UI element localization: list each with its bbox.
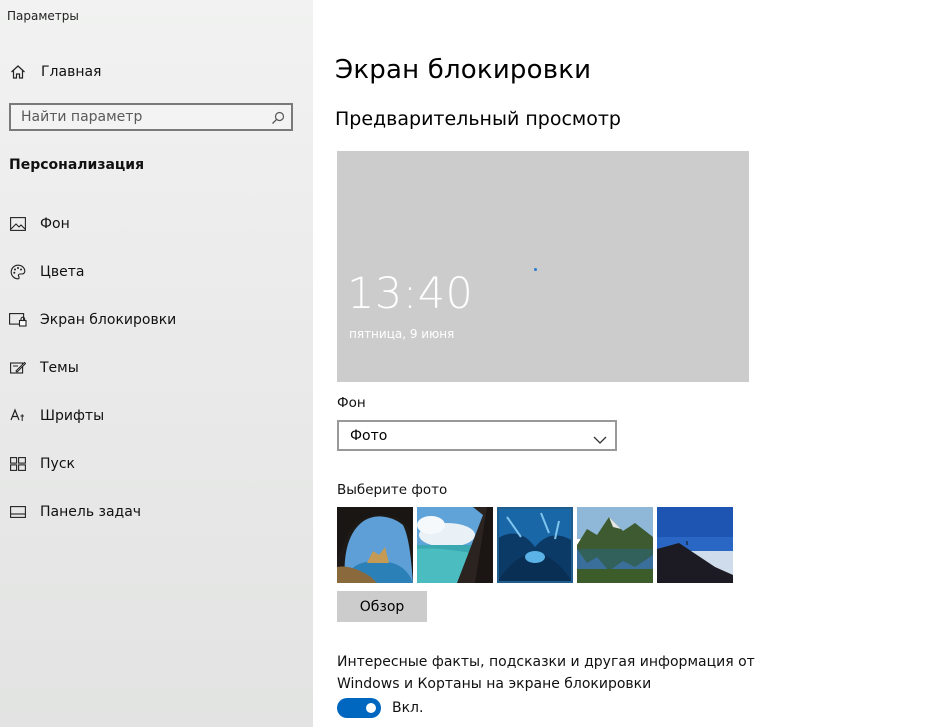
- sidebar-item-label: Шрифты: [40, 408, 105, 424]
- taskbar-icon: [9, 503, 27, 521]
- main-content: Экран блокировки Предварительный просмот…: [313, 0, 943, 727]
- browse-button[interactable]: Обзор: [337, 591, 427, 622]
- sidebar-item-fonts[interactable]: Шрифты: [0, 396, 313, 436]
- sidebar-item-label: Фон: [40, 216, 70, 232]
- sidebar-item-label: Панель задач: [40, 504, 142, 520]
- choose-photo-label: Выберите фото: [337, 482, 448, 498]
- preview-date: пятница, 9 июня: [349, 327, 455, 341]
- lock-screen-icon: [9, 311, 27, 329]
- sidebar-item-start[interactable]: Пуск: [0, 444, 313, 484]
- picture-icon: [9, 215, 27, 233]
- background-label: Фон: [337, 395, 366, 411]
- toggle-state-label: Вкл.: [392, 700, 424, 716]
- start-icon: [9, 455, 27, 473]
- photo-thumbnail-ice-cave[interactable]: [497, 507, 573, 583]
- palette-icon: [9, 263, 27, 281]
- window-title: Параметры: [7, 9, 79, 23]
- sidebar-item-home[interactable]: Главная: [0, 52, 313, 92]
- sidebar-item-colors[interactable]: Цвета: [0, 252, 313, 292]
- page-title: Экран блокировки: [335, 55, 592, 85]
- search-box[interactable]: [9, 103, 293, 131]
- search-input[interactable]: [11, 105, 271, 129]
- photo-thumbnail-lagoon[interactable]: [417, 507, 493, 583]
- preview-time: 13:40: [347, 269, 474, 319]
- background-dropdown[interactable]: Фото: [337, 420, 617, 451]
- sidebar-item-label: Пуск: [40, 456, 75, 472]
- sidebar-item-label: Экран блокировки: [40, 312, 177, 328]
- photo-thumbnail-cave-beach[interactable]: [337, 507, 413, 583]
- photo-thumbnail-above-clouds[interactable]: [657, 507, 733, 583]
- facts-description: Интересные факты, подсказки и другая инф…: [337, 654, 755, 692]
- chevron-down-icon: [593, 430, 607, 444]
- search-icon[interactable]: [271, 110, 285, 124]
- home-icon: [9, 63, 27, 81]
- sidebar-item-lock-screen[interactable]: Экран блокировки: [0, 300, 313, 340]
- fonts-icon: [9, 407, 27, 425]
- toggle-knob: [366, 703, 376, 713]
- loading-dot: [534, 268, 537, 271]
- background-dropdown-value: Фото: [350, 428, 388, 444]
- facts-toggle-switch[interactable]: [337, 698, 381, 718]
- lock-screen-preview: 13:40 пятница, 9 июня: [337, 151, 749, 382]
- sidebar-item-label: Главная: [41, 64, 102, 80]
- photo-thumbnail-mountain-lake[interactable]: [577, 507, 653, 583]
- section-heading: Персонализация: [9, 157, 145, 173]
- sidebar-item-taskbar[interactable]: Панель задач: [0, 492, 313, 532]
- themes-icon: [9, 359, 27, 377]
- sidebar-item-label: Темы: [40, 360, 79, 376]
- sidebar-item-background[interactable]: Фон: [0, 204, 313, 244]
- sidebar-item-themes[interactable]: Темы: [0, 348, 313, 388]
- preview-heading: Предварительный просмотр: [335, 108, 621, 130]
- sidebar: Параметры Главная Персонализация Фон Цве…: [0, 0, 313, 727]
- sidebar-item-label: Цвета: [40, 264, 85, 280]
